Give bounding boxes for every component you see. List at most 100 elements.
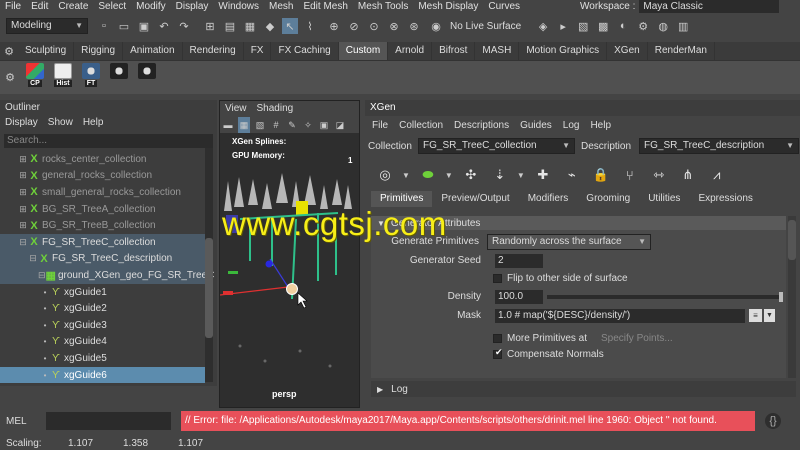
- collection-dropdown[interactable]: FG_SR_TreeC_collection ▼: [418, 138, 575, 154]
- lights-icon[interactable]: ✎: [286, 117, 298, 133]
- tab-xgen[interactable]: XGen: [607, 42, 648, 60]
- outliner-scrollbar[interactable]: [205, 148, 213, 382]
- tab-renderman[interactable]: RenderMan: [648, 42, 715, 60]
- shelf-button-ft[interactable]: FT: [80, 62, 102, 93]
- outliner-menu-display[interactable]: Display: [0, 115, 43, 131]
- pick-mask-icon[interactable]: ◆: [262, 18, 278, 34]
- tab-modifiers[interactable]: Modifiers: [519, 191, 578, 207]
- tab-arnold[interactable]: Arnold: [388, 42, 433, 60]
- render-frame-icon[interactable]: ▧: [575, 18, 591, 34]
- collapse-icon[interactable]: ⊟: [38, 270, 46, 281]
- list-item[interactable]: ⊞ Xrocks_center_collection: [0, 151, 205, 168]
- density-slider-handle[interactable]: [779, 291, 783, 302]
- list-item[interactable]: • ƳxgGuide6: [0, 366, 205, 384]
- scrollbar-thumb[interactable]: [788, 220, 796, 260]
- manipulator-center[interactable]: [286, 283, 298, 295]
- shelf-settings-icon[interactable]: ⚙: [2, 43, 16, 59]
- highlighted-object[interactable]: [296, 201, 308, 215]
- expand-icon[interactable]: ⊞: [18, 187, 28, 198]
- xray-icon[interactable]: ◪: [334, 117, 346, 133]
- flip-checkbox[interactable]: [493, 274, 502, 283]
- xgen-menu-help[interactable]: Help: [586, 117, 615, 134]
- flip-guide-icon[interactable]: ⇿: [647, 163, 671, 187]
- xgen-menu-file[interactable]: File: [368, 117, 392, 134]
- log-section[interactable]: ▶ Log: [371, 381, 796, 397]
- tab-custom[interactable]: Custom: [338, 42, 389, 60]
- menu-edit-mesh[interactable]: Edit Mesh: [298, 0, 352, 13]
- menu-mesh[interactable]: Mesh: [264, 0, 298, 13]
- normalize-guide-icon[interactable]: ⋔: [676, 163, 700, 187]
- outliner-menu-help[interactable]: Help: [78, 115, 109, 131]
- tab-rigging[interactable]: Rigging: [74, 42, 124, 60]
- menu-edit[interactable]: Edit: [26, 0, 53, 13]
- list-item[interactable]: • ƳxgGuide1: [0, 284, 205, 301]
- list-item[interactable]: ⊞ Xsmall_general_rocks_collection: [0, 184, 205, 201]
- menu-create[interactable]: Create: [53, 0, 93, 13]
- wireframe-icon[interactable]: ▧: [254, 117, 266, 133]
- list-item[interactable]: ⊟ X FG_SR_TreeC_description: [0, 250, 205, 268]
- mask-field[interactable]: 1.0 # map('${DESC}/density/'): [495, 308, 745, 323]
- list-item[interactable]: • ƳxgGuide4: [0, 334, 205, 351]
- tab-fx-caching[interactable]: FX Caching: [271, 42, 339, 60]
- shelf-options-icon[interactable]: ⚙: [4, 70, 16, 86]
- hypershade-icon[interactable]: ◍: [655, 18, 671, 34]
- xgen-menu-descriptions[interactable]: Descriptions: [450, 117, 513, 134]
- section-header[interactable]: ▼ Generator Attributes: [371, 216, 786, 230]
- sculpt-guide-icon[interactable]: ⌁: [560, 163, 584, 187]
- snap-surface-icon[interactable]: ⊛: [406, 18, 422, 34]
- select-component-icon[interactable]: ▦: [242, 18, 258, 34]
- construction-history-icon[interactable]: ◈: [535, 18, 551, 34]
- scene-object[interactable]: [226, 215, 238, 233]
- list-item[interactable]: • ƳxgGuide5: [0, 350, 205, 367]
- script-language-label[interactable]: MEL: [0, 416, 40, 427]
- expression-editor-icon[interactable]: ≡: [749, 309, 762, 322]
- viewport-menu-view[interactable]: View: [220, 101, 252, 117]
- select-hierarchy-icon[interactable]: ⊞: [202, 18, 218, 34]
- list-item[interactable]: ⊞ X BG_SR_TreeB_collection: [0, 217, 205, 234]
- menu-mesh-display[interactable]: Mesh Display: [413, 0, 483, 13]
- lock-guide-icon[interactable]: 🔒: [589, 163, 613, 187]
- add-guide-icon[interactable]: ✣: [459, 163, 483, 187]
- snap-curve-icon[interactable]: ⊘: [346, 18, 362, 34]
- menu-mesh-tools[interactable]: Mesh Tools: [353, 0, 413, 13]
- texture-icon[interactable]: ▣: [318, 117, 330, 133]
- expand-icon[interactable]: ⊞: [18, 154, 28, 165]
- shadows-icon[interactable]: ✧: [302, 117, 314, 133]
- isolate-select-icon[interactable]: ▦: [238, 117, 250, 133]
- tab-utilities[interactable]: Utilities: [639, 191, 689, 207]
- render-setup-icon[interactable]: ▥: [675, 18, 691, 34]
- shelf-button-cp[interactable]: CP: [24, 62, 46, 93]
- collapse-icon[interactable]: ⊟: [28, 253, 38, 264]
- x-axis-handle[interactable]: [223, 291, 233, 295]
- outliner-search-input[interactable]: Search...: [4, 134, 213, 148]
- list-item[interactable]: ⊞ Xgeneral_rocks_collection: [0, 168, 205, 185]
- lasso-tool-icon[interactable]: ⌇: [302, 18, 318, 34]
- chevron-down-icon[interactable]: ▼: [764, 309, 775, 322]
- xgen-menu-guides[interactable]: Guides: [516, 117, 556, 134]
- generator-seed-field[interactable]: 2: [495, 253, 543, 268]
- z-axis-manipulator[interactable]: [269, 258, 289, 288]
- rebuild-guide-icon[interactable]: ⑂: [618, 163, 642, 187]
- menu-select[interactable]: Select: [93, 0, 131, 13]
- tab-expressions[interactable]: Expressions: [689, 191, 761, 207]
- compensate-normals-checkbox[interactable]: ✔: [493, 347, 503, 359]
- create-collection-icon[interactable]: ◎: [373, 163, 397, 187]
- workspace-dropdown[interactable]: Maya Classic: [639, 0, 780, 13]
- grid-icon[interactable]: #: [270, 117, 282, 133]
- viewport-panel[interactable]: View Shading ▬ ▦ ▧ # ✎ ✧ ▣ ◪ XGen Spline…: [219, 100, 360, 408]
- shelf-button-script-b[interactable]: [136, 62, 158, 93]
- ipr-render-icon[interactable]: ◐: [615, 18, 631, 34]
- scrollbar-thumb[interactable]: [205, 238, 213, 338]
- camera-icon[interactable]: ▬: [222, 117, 234, 133]
- description-dropdown[interactable]: FG_SR_TreeC_description ▼: [639, 138, 799, 154]
- select-object-icon[interactable]: ▤: [222, 18, 238, 34]
- render-view-icon[interactable]: ▩: [595, 18, 611, 34]
- tab-grooming[interactable]: Grooming: [577, 191, 639, 207]
- collapse-icon[interactable]: ⊟: [18, 237, 28, 248]
- generate-primitives-dropdown[interactable]: Randomly across the surface ▼: [487, 233, 651, 250]
- shelf-button-script-a[interactable]: [108, 62, 130, 93]
- z-axis-handle[interactable]: [265, 260, 273, 268]
- tab-bifrost[interactable]: Bifrost: [432, 42, 476, 60]
- xgen-menu-collection[interactable]: Collection: [395, 117, 447, 134]
- save-scene-icon[interactable]: ▣: [136, 18, 152, 34]
